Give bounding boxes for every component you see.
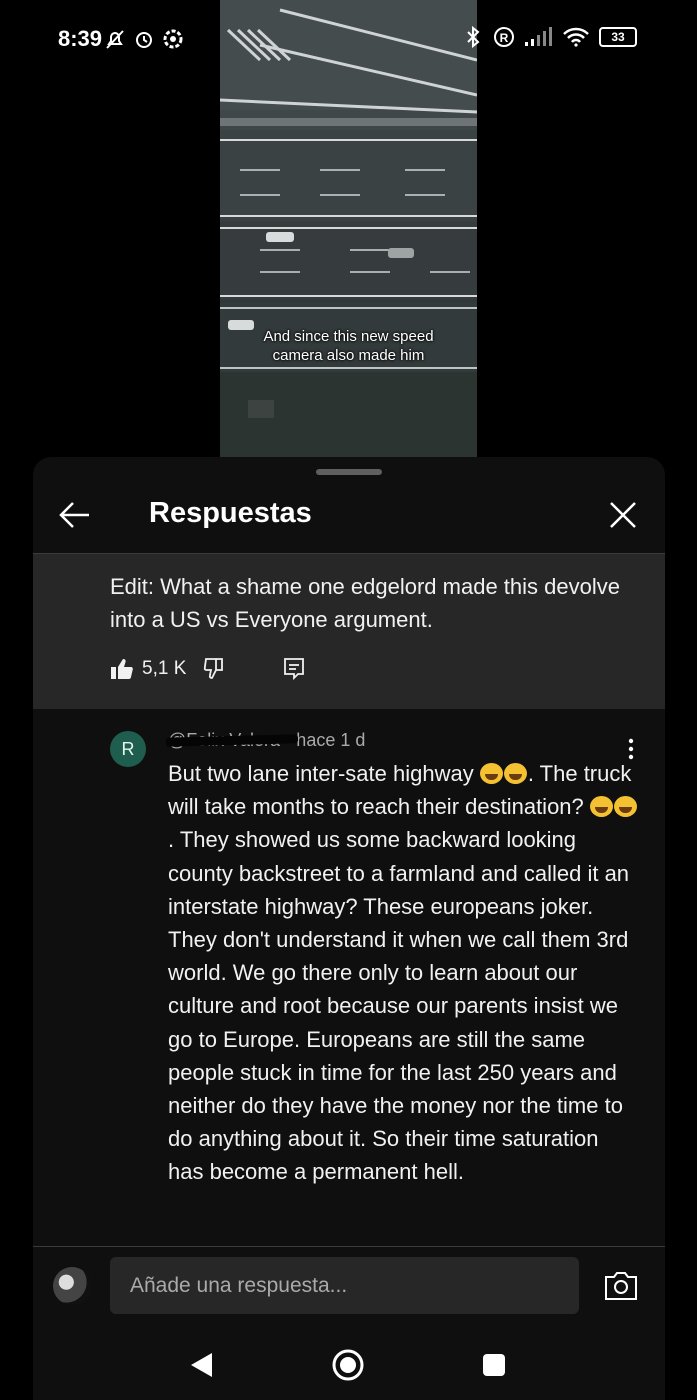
clock: 8:39: [58, 26, 103, 51]
drag-handle[interactable]: [316, 469, 382, 475]
like-count: 5,1 K: [142, 658, 187, 679]
caption-line-1: And since this new speed: [263, 328, 434, 345]
close-icon: [610, 502, 636, 528]
reply-composer: [33, 1257, 665, 1317]
parent-comment-text: Edit: What a shame one edgelord made thi…: [110, 574, 620, 632]
system-nav-bar: [33, 1327, 665, 1400]
back-arrow-icon: [59, 502, 89, 528]
battery-icon: 33: [599, 27, 637, 47]
caption-line-2: camera also made him: [272, 347, 425, 364]
reply-author[interactable]: @Felix Valera: [165, 730, 299, 751]
nav-recents-icon: [483, 1354, 505, 1376]
replies-panel: Respuestas Edit: What a shame one edgelo…: [33, 457, 665, 1400]
registered-icon: R: [494, 27, 514, 47]
parent-comment: Edit: What a shame one edgelord made thi…: [33, 553, 665, 709]
close-button[interactable]: [601, 493, 645, 537]
wifi-icon: [563, 27, 589, 47]
alarm-icon: [136, 32, 152, 48]
reply-comment: R @Felix Valera • hace 1 d But two lane …: [33, 708, 665, 1244]
reply-meta: @Felix Valera • hace 1 d: [165, 730, 365, 751]
video-caption: And since this new speed camera also mad…: [220, 327, 477, 365]
nav-home-icon: [332, 1349, 364, 1381]
thumbs-up-filled-icon[interactable]: [110, 657, 134, 681]
status-bar: 8:39 R 33: [0, 22, 697, 56]
laughing-emoji-icon: [479, 763, 503, 784]
laughing-emoji-icon: [503, 763, 527, 784]
laughing-emoji-icon: [589, 796, 613, 818]
nav-home-button[interactable]: [328, 1345, 368, 1385]
back-button[interactable]: [53, 493, 97, 537]
video-frame: [220, 0, 477, 460]
reply-input[interactable]: [110, 1257, 579, 1314]
my-avatar: [53, 1267, 91, 1305]
laughing-emoji-icon: [613, 796, 637, 818]
parent-comment-actions: 5,1 K: [110, 654, 306, 684]
camera-icon[interactable]: [603, 1269, 639, 1303]
svg-text:R: R: [500, 31, 509, 45]
nav-back-button[interactable]: [181, 1345, 221, 1385]
settings-icon: [163, 29, 183, 49]
thumbs-down-icon[interactable]: [202, 657, 228, 681]
divider: [33, 1246, 665, 1247]
video-player[interactable]: And since this new speed camera also mad…: [220, 0, 477, 460]
reply-text: But two lane inter-sate highway . The tr…: [168, 757, 638, 1189]
nav-recents-button[interactable]: [474, 1345, 514, 1385]
battery-level: 33: [611, 30, 625, 44]
bluetooth-icon: [467, 26, 480, 48]
reply-icon[interactable]: [282, 656, 306, 682]
nav-back-icon: [191, 1353, 212, 1377]
panel-title: Respuestas: [149, 497, 312, 529]
notifications-off-icon: [106, 30, 124, 49]
avatar[interactable]: R: [110, 731, 146, 767]
signal-icon: [525, 27, 552, 46]
